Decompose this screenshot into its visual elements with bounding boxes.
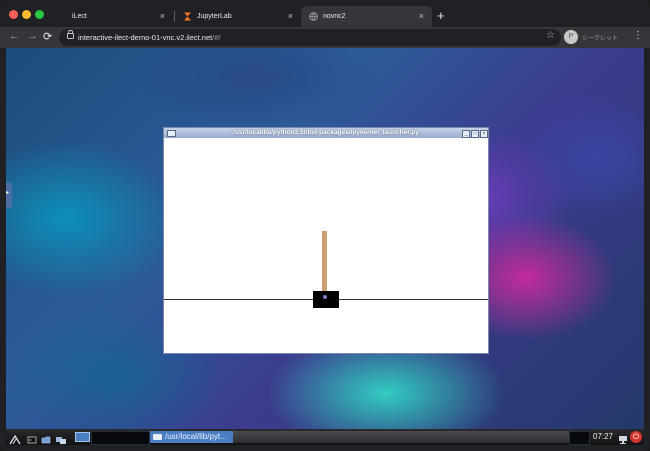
new-tab-button[interactable]: + <box>437 8 445 23</box>
globe-icon <box>309 12 318 21</box>
hourglass-icon <box>183 12 192 21</box>
reload-button[interactable]: ⟳ <box>43 30 52 43</box>
maximize-window-button[interactable] <box>35 10 44 19</box>
terminal-icon[interactable] <box>27 432 37 444</box>
power-icon[interactable]: ⏻ <box>630 431 642 443</box>
tab-strip: iLect × JupyterLab × novnc2 × + <box>0 0 650 27</box>
window-title: /usr/local/lib/python3.5/dist-packages/i… <box>233 129 419 136</box>
close-icon[interactable]: × <box>480 130 488 138</box>
lock-icon <box>67 30 74 39</box>
app-window: /usr/local/lib/python3.5/dist-packages/i… <box>163 127 489 354</box>
workspace-1-button[interactable] <box>75 432 90 442</box>
taskbar-empty-area <box>233 431 570 443</box>
minimize-window-button[interactable] <box>22 10 31 19</box>
tab-label: iLect <box>72 13 87 20</box>
show-desktop-icon[interactable] <box>55 432 66 444</box>
tray-area <box>569 431 590 445</box>
render-canvas <box>164 138 488 353</box>
url-text: interactive-ilect-demo-01-vnc.v2.ilect.n… <box>78 33 221 42</box>
workspace-switcher[interactable] <box>91 431 150 445</box>
back-button[interactable]: ← <box>9 30 20 42</box>
file-manager-icon[interactable] <box>41 432 51 444</box>
bookmark-star-icon[interactable]: ☆ <box>546 30 555 41</box>
minimize-icon[interactable]: _ <box>462 130 470 138</box>
profile-button[interactable]: P シークレット <box>563 30 625 45</box>
profile-label: シークレット <box>582 36 619 42</box>
tab-close-icon[interactable]: × <box>419 11 424 21</box>
browser-bottom-edge <box>0 445 650 451</box>
vnc-desktop[interactable]: /usr/local/lib/python3.5/dist-packages/i… <box>6 48 644 429</box>
forward-button[interactable]: → <box>27 30 38 42</box>
browser-toolbar: ← → ⟳ interactive-ilect-demo-01-vnc.v2.i… <box>0 27 650 48</box>
taskbar-window-label: /usr/local/lib/pyt... <box>165 432 227 441</box>
avatar: P <box>564 30 578 44</box>
start-menu-icon[interactable] <box>9 432 21 445</box>
cartpole-pole <box>322 231 327 298</box>
taskbar: /usr/local/lib/pyt... 07:27 ⏻ <box>6 429 644 445</box>
tab-label: novnc2 <box>323 13 346 20</box>
novnc-control-handle[interactable] <box>6 182 12 208</box>
tab-close-icon[interactable]: × <box>160 11 165 21</box>
window-titlebar[interactable]: /usr/local/lib/python3.5/dist-packages/i… <box>164 128 488 138</box>
cartpole-cart <box>313 291 339 308</box>
tab-jupyterlab[interactable]: JupyterLab × <box>175 6 301 27</box>
window-icon <box>153 434 162 440</box>
maximize-icon[interactable]: □ <box>471 130 479 138</box>
clock[interactable]: 07:27 <box>593 432 613 441</box>
address-bar[interactable]: interactive-ilect-demo-01-vnc.v2.ilect.n… <box>59 29 561 46</box>
network-icon[interactable] <box>618 432 628 444</box>
cartpole-axle <box>323 295 327 299</box>
tab-close-icon[interactable]: × <box>288 11 293 21</box>
browser-window: iLect × JupyterLab × novnc2 × + ← → ⟳ in… <box>0 0 650 451</box>
tab-novnc2[interactable]: novnc2 × <box>301 6 432 27</box>
more-menu-icon[interactable]: ⋮ <box>633 30 643 41</box>
close-window-button[interactable] <box>9 10 18 19</box>
taskbar-window-button[interactable]: /usr/local/lib/pyt... <box>150 431 233 443</box>
tab-label: JupyterLab <box>197 13 232 20</box>
tab-ilect[interactable]: iLect × <box>50 6 173 27</box>
